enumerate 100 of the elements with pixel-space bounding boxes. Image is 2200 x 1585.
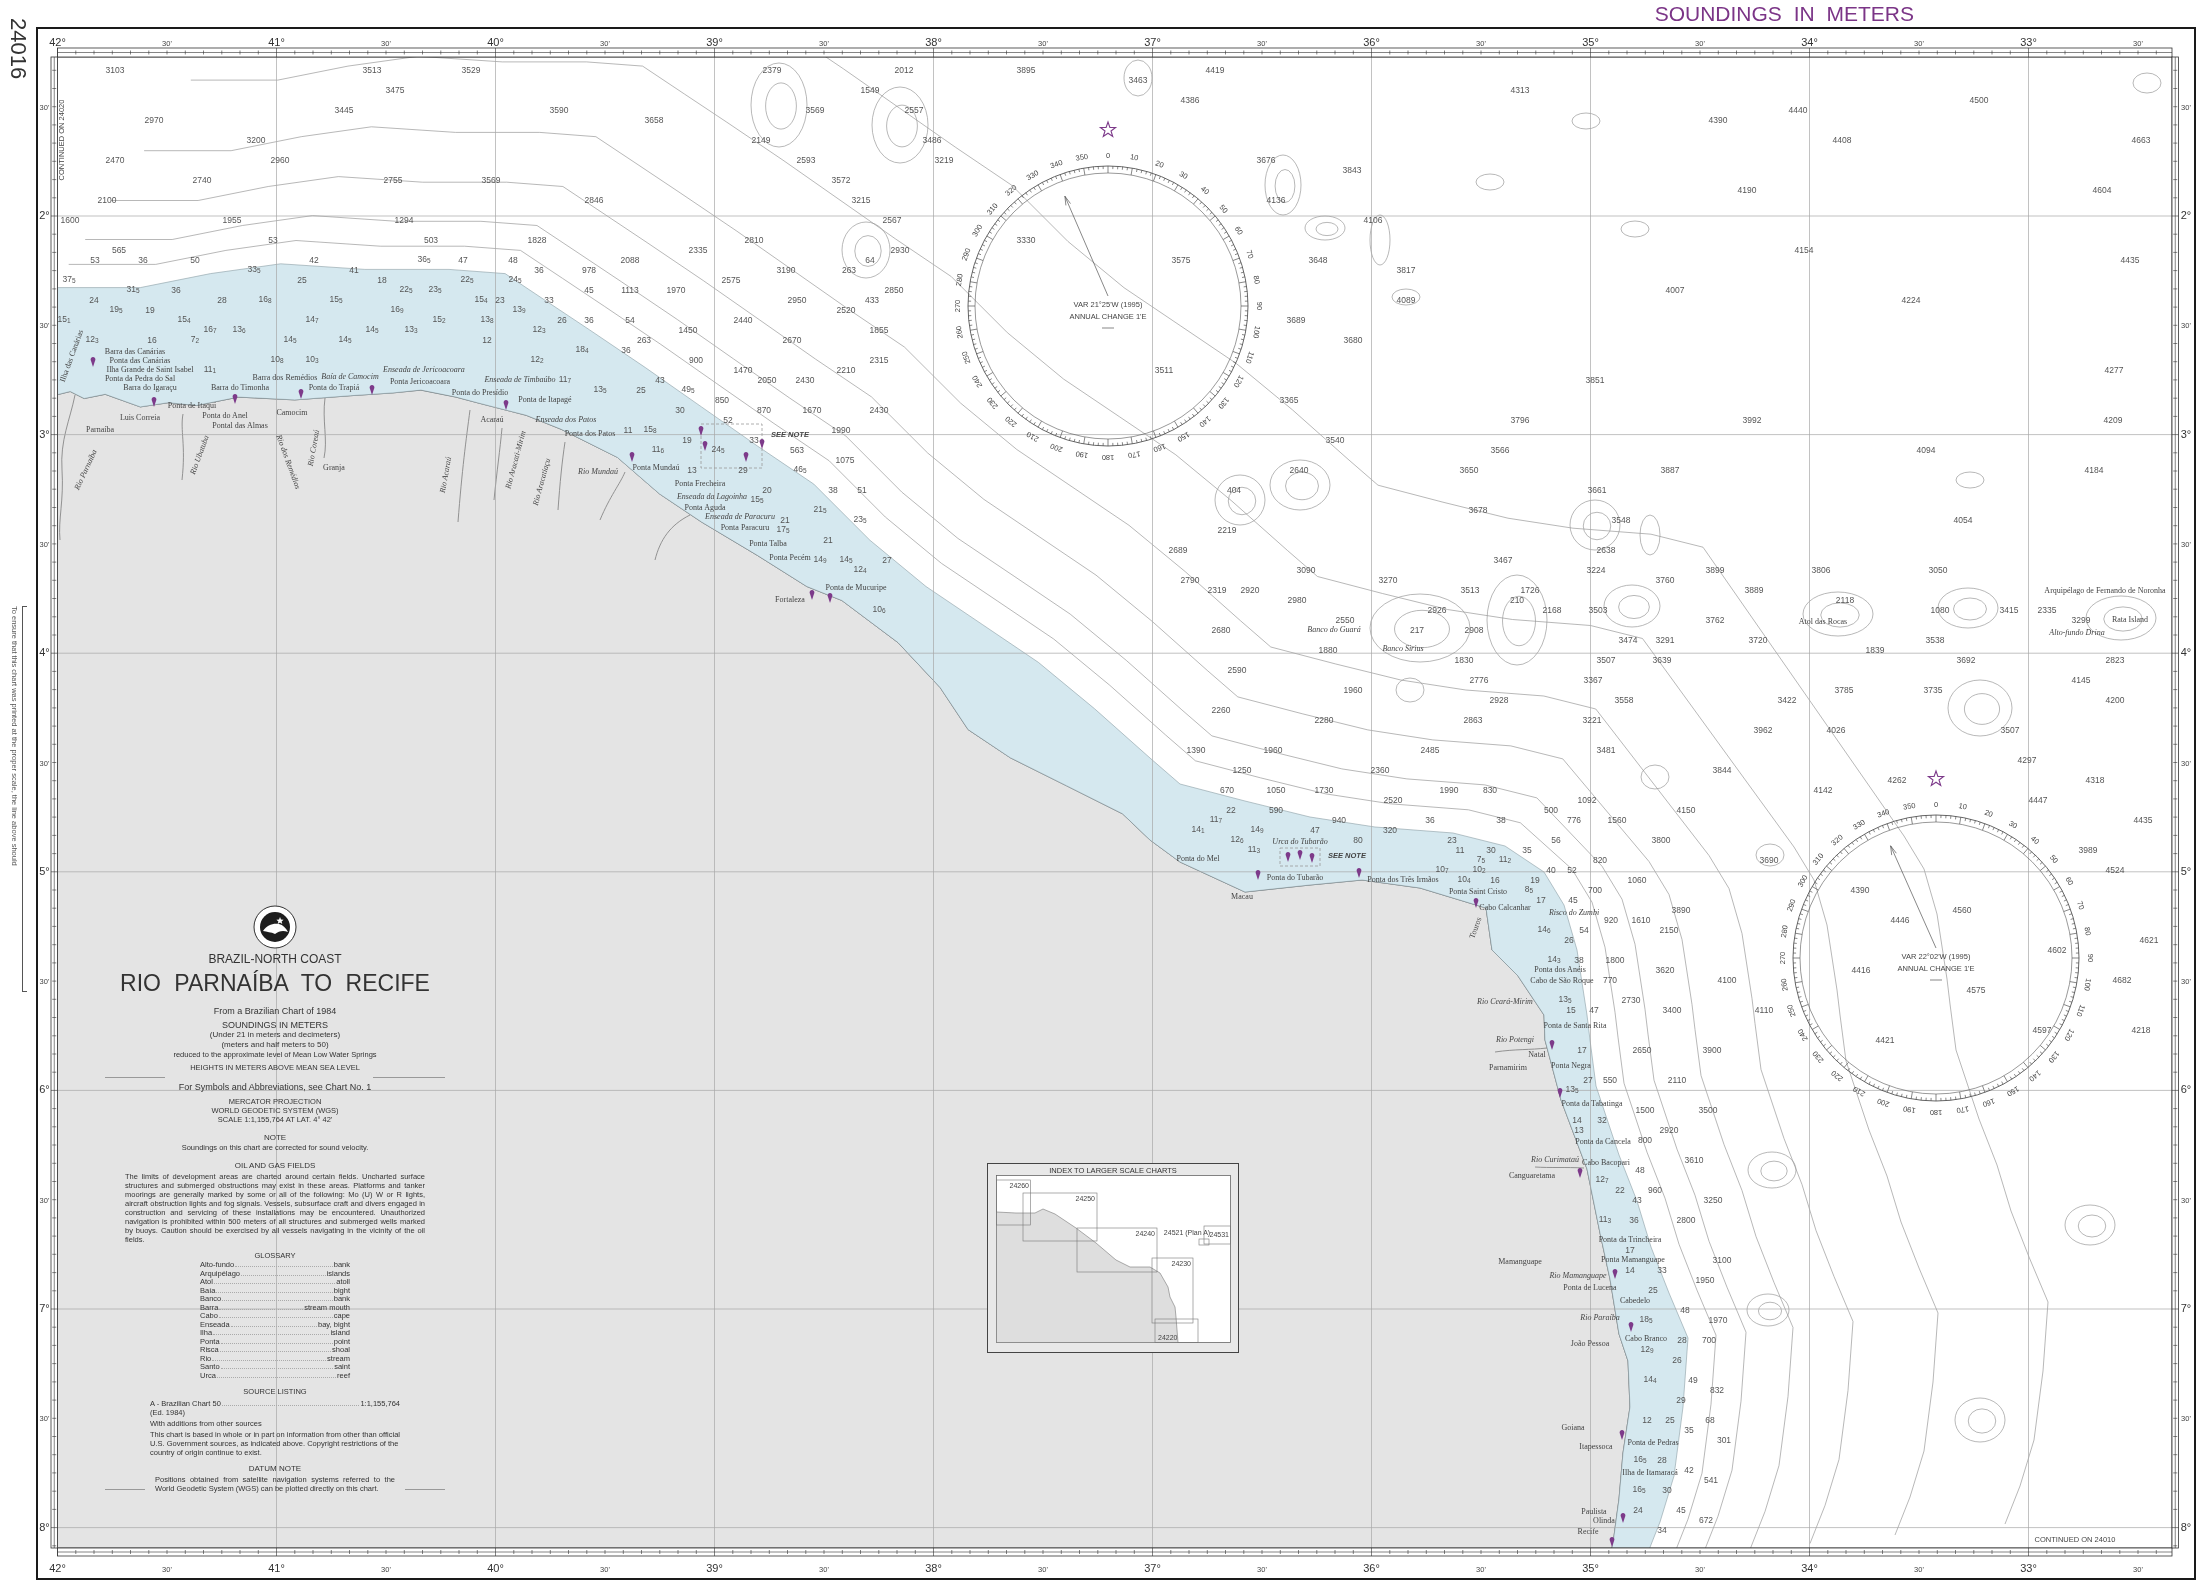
- seamount-contour: [1571, 112, 1601, 130]
- depth-sounding: 34: [1657, 1525, 1667, 1535]
- depth-sounding: 2360: [1370, 765, 1390, 775]
- depth-sounding: 4524: [2105, 865, 2125, 875]
- depth-sounding: 43: [1632, 1195, 1642, 1205]
- depth-sounding: 1800: [1605, 955, 1625, 965]
- note-heading: NOTE: [263, 1133, 287, 1143]
- place-name: Macau: [1231, 893, 1253, 901]
- depth-sounding: 4142: [1813, 785, 1833, 795]
- depth-sounding: 3511: [1154, 365, 1174, 375]
- depth-sounding: 4094: [1916, 445, 1936, 455]
- place-name: Parnamirim: [1489, 1064, 1527, 1072]
- depth-sounding: 4597: [2032, 1025, 2052, 1035]
- depth-sounding: 4500: [1969, 95, 1989, 105]
- depth-sounding: 36: [1629, 1215, 1639, 1225]
- depth-sounding: 54: [625, 315, 635, 325]
- depth-sounding: 3887: [1660, 465, 1680, 475]
- place-name: Ponta dos Anéis: [1534, 966, 1586, 974]
- depth-sounding: 3538: [1925, 635, 1945, 645]
- depth-sounding: 1950: [1695, 1275, 1715, 1285]
- depth-sounding: 2430: [795, 375, 815, 385]
- depth-sounding: 3529: [461, 65, 481, 75]
- depth-sounding: 2928: [1489, 695, 1509, 705]
- place-name: Arquipélago de Fernando de Noronha: [2044, 587, 2166, 595]
- depth-sounding: 23: [1447, 835, 1457, 845]
- depth-sounding: 22: [1226, 805, 1236, 815]
- place-name: Acaraú: [480, 416, 504, 424]
- depth-sounding: 2520: [836, 305, 856, 315]
- depth-sounding: 29: [1676, 1395, 1686, 1405]
- latitude-label: 5°: [2180, 864, 2192, 877]
- depth-sounding: 53: [268, 235, 278, 245]
- place-name: Ponta de Pedras: [1627, 1439, 1679, 1447]
- place-name: Banco Sirius: [1382, 645, 1424, 653]
- depth-sounding: 12: [482, 335, 492, 345]
- depth-sounding: 27: [1583, 1075, 1593, 1085]
- depth-sounding: 49: [1688, 1375, 1698, 1385]
- longitude-label: 42°: [49, 1562, 66, 1574]
- seamount-contour: [1214, 474, 1266, 526]
- depth-sounding: 12: [1642, 1415, 1652, 1425]
- place-name: Ponta Paracuru: [720, 524, 770, 532]
- depth-sounding: 1960: [1343, 685, 1363, 695]
- depth-sounding: 45: [1676, 1505, 1686, 1515]
- depth-sounding: 3221: [1582, 715, 1602, 725]
- longitude-label: 39°: [706, 36, 723, 48]
- depth-sounding: 2088: [620, 255, 640, 265]
- depth-sounding: 3500: [1698, 1105, 1718, 1115]
- depth-sounding: 23: [495, 295, 505, 305]
- depth-sounding: 3190: [776, 265, 796, 275]
- longitude-label: 36°: [1363, 36, 1380, 48]
- river-line: [1494, 1047, 1548, 1053]
- depth-sounding: 2790: [1180, 575, 1200, 585]
- depth-sounding: 3467: [1493, 555, 1513, 565]
- depth-sounding: 3962: [1753, 725, 1773, 735]
- depth-sounding: 2640: [1289, 465, 1309, 475]
- depth-sounding: 217: [1409, 625, 1425, 635]
- longitude-label: 41°: [268, 1562, 285, 1574]
- symbols-note: For Symbols and Abbreviations, see Chart No. 1: [178, 1082, 372, 1093]
- place-name: Pontal das Almas: [212, 422, 268, 430]
- depth-sounding: 672: [1698, 1515, 1714, 1525]
- depth-sounding: 3890: [1671, 905, 1691, 915]
- depth-sounding: 1610: [1631, 915, 1651, 925]
- depth-sounding: 3648: [1308, 255, 1328, 265]
- longitude-label: 37°: [1144, 1562, 1161, 1574]
- latitude-label: 6°: [2180, 1083, 2192, 1096]
- latitude-label: 6°: [39, 1083, 50, 1096]
- depth-sounding: 3474: [1618, 635, 1638, 645]
- depth-sounding: 21: [823, 535, 833, 545]
- light-icon: [503, 399, 509, 410]
- depth-sounding: 2980: [1287, 595, 1307, 605]
- depth-sounding: 2810: [744, 235, 764, 245]
- depth-sounding: 3989: [2078, 845, 2098, 855]
- depth-sounding: 4390: [1708, 115, 1728, 125]
- place-name: Enseada dos Patos: [535, 416, 597, 424]
- light-icon: [1557, 1087, 1563, 1098]
- depth-sounding: 48: [1635, 1165, 1645, 1175]
- depth-sounding: 36: [534, 265, 544, 275]
- depth-sounding: 26: [1672, 1355, 1682, 1365]
- depth-sounding: 3800: [1651, 835, 1671, 845]
- depth-sounding: 54: [1579, 925, 1589, 935]
- depth-sounding: 2846: [584, 195, 604, 205]
- place-name: Parnaíba: [86, 426, 114, 434]
- depth-sounding: 4218: [2131, 1025, 2151, 1035]
- place-name: Cabo Bacopari: [1582, 1159, 1630, 1167]
- depth-sounding: 2590: [1227, 665, 1247, 675]
- place-name: Rio Curimataú: [1531, 1156, 1579, 1164]
- depth-sounding: 4386: [1180, 95, 1200, 105]
- place-name: Mamanguape: [1498, 1258, 1542, 1266]
- depth-sounding: 3680: [1343, 335, 1363, 345]
- depth-sounding: 64: [865, 255, 875, 265]
- latitude-label: 7°: [39, 1302, 50, 1314]
- light-icon: [827, 592, 833, 603]
- depth-sounding: 36: [138, 255, 148, 265]
- light-icon: [232, 393, 238, 404]
- place-name: Rata Island: [2111, 616, 2149, 624]
- depth-sounding: 3513: [362, 65, 382, 75]
- depth-sounding: 4419: [1205, 65, 1225, 75]
- depth-sounding: 2260: [1211, 705, 1231, 715]
- depth-sounding: 3090: [1296, 565, 1316, 575]
- depth-sounding: 3330: [1016, 235, 1036, 245]
- development-area-boundary: [1279, 847, 1321, 867]
